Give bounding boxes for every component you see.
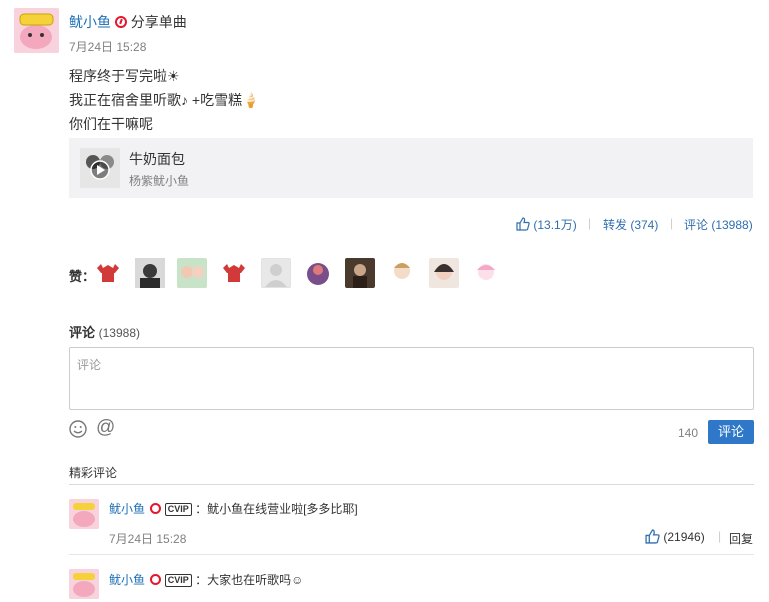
verified-icon — [114, 16, 127, 28]
music-card[interactable]: 牛奶面包 杨紫鱿小鱼 — [69, 138, 753, 198]
repost-button[interactable]: 转发 (374) — [603, 216, 658, 233]
divider — [69, 484, 754, 485]
comment-text: ：大家也在听歌吗☺ — [195, 573, 304, 587]
song-title[interactable]: 牛奶面包 — [129, 149, 185, 169]
reply-button[interactable]: 回复 — [729, 530, 753, 547]
divider: | — [670, 216, 674, 230]
album-cover[interactable] — [80, 148, 120, 188]
verified-icon — [150, 574, 162, 585]
comment-button[interactable]: 评论 (13988) — [684, 216, 753, 233]
hot-comments-title: 精彩评论 — [69, 466, 118, 480]
submit-comment-button[interactable]: 评论 — [708, 420, 754, 444]
liker-avatar[interactable] — [345, 258, 375, 288]
thumbs-up-icon — [516, 217, 530, 231]
thumbs-up-icon — [645, 529, 660, 544]
liker-avatar[interactable] — [93, 258, 123, 288]
liker-avatar[interactable] — [135, 258, 165, 288]
like-button[interactable]: (13.1万) — [516, 216, 577, 233]
liker-avatar[interactable] — [387, 258, 417, 288]
like-count: (13.1万) — [533, 218, 577, 232]
comments-title: 评论 — [69, 325, 96, 340]
liker-avatar[interactable] — [303, 258, 333, 288]
author-avatar[interactable] — [14, 8, 59, 53]
likes-label: 赞： — [69, 269, 96, 284]
comment-input[interactable]: 评论 — [69, 347, 754, 410]
liker-avatar[interactable] — [471, 258, 501, 288]
author-name[interactable]: 鱿小鱼 — [69, 14, 111, 30]
post-time[interactable]: 7月24日 15:28 — [69, 38, 146, 55]
comment-time: 7月24日 15:28 — [109, 532, 187, 546]
vip-badge[interactable]: CVIP — [164, 574, 192, 588]
commenter-name[interactable]: 鱿小鱼 — [109, 502, 145, 516]
liker-avatar[interactable] — [261, 258, 291, 288]
commenter-name[interactable]: 鱿小鱼 — [109, 573, 145, 587]
commenter-avatar[interactable] — [69, 499, 99, 529]
comment-text: ：鱿小鱼在线营业啦[多多比耶] — [195, 502, 358, 516]
comment-like-button[interactable]: (21946) — [645, 529, 705, 544]
vip-badge[interactable]: CVIP — [164, 503, 192, 517]
comment-input-placeholder: 评论 — [77, 358, 102, 372]
verified-icon — [150, 503, 162, 514]
liker-avatar[interactable] — [429, 258, 459, 288]
liker-avatar[interactable] — [219, 258, 249, 288]
share-action-text: 分享单曲 — [130, 14, 187, 30]
liker-avatar[interactable] — [177, 258, 207, 288]
comments-count: (13988) — [98, 326, 141, 340]
post-text-line-1: 程序终于写完啦☀ — [69, 68, 180, 84]
divider: | — [588, 216, 592, 230]
mention-icon[interactable]: @ — [96, 418, 115, 438]
post-text-line-3: 你们在干嘛呢 — [69, 116, 153, 132]
char-count: 140 — [678, 426, 699, 440]
post-text-line-2: 我正在宿舍里听歌♪ +吃雪糕🍦 — [69, 92, 260, 108]
commenter-avatar[interactable] — [69, 569, 99, 599]
divider — [69, 554, 754, 555]
divider: | — [718, 529, 722, 543]
emoji-icon[interactable] — [69, 420, 87, 441]
comment-like-count: (21946) — [663, 530, 705, 544]
song-artist[interactable]: 杨紫鱿小鱼 — [129, 172, 189, 189]
